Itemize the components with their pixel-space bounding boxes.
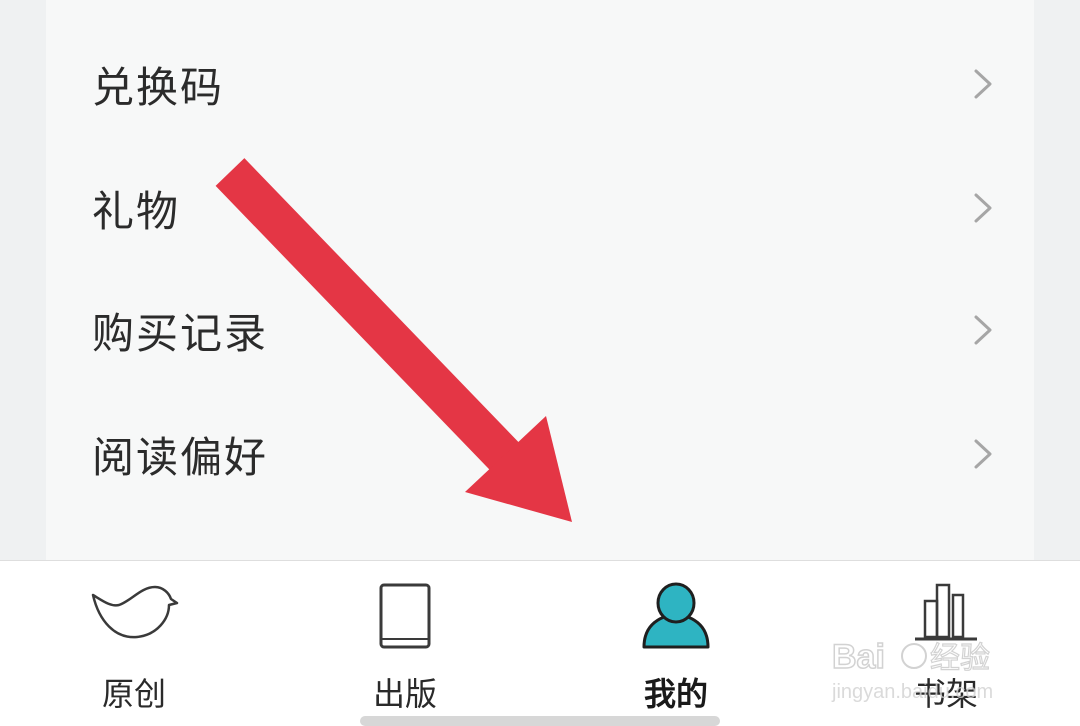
chevron-right-icon [974, 69, 992, 99]
menu-item-label: 礼物 [92, 186, 181, 236]
tab-label: 原创 [101, 675, 166, 713]
tab-mine[interactable]: 我的 [596, 561, 756, 726]
screen: 兑换码 礼物 购买记录 阅读偏好 原创 出版 我的 书架 Bai 经验 jing… [0, 0, 1080, 726]
tab-publishing[interactable]: 出版 [325, 561, 485, 726]
tab-label: 出版 [372, 675, 437, 713]
chevron-right-icon [974, 315, 992, 345]
tab-label: 我的 [643, 675, 708, 713]
menu-item-reading-preference[interactable]: 阅读偏好 [46, 392, 1034, 516]
home-indicator[interactable] [360, 716, 720, 726]
menu-card: 兑换码 礼物 购买记录 阅读偏好 [46, 0, 1034, 580]
bird-icon [91, 585, 179, 639]
menu-item-label: 阅读偏好 [92, 432, 269, 482]
menu-item-redeem-code[interactable]: 兑换码 [46, 22, 1034, 146]
menu-item-gifts[interactable]: 礼物 [46, 146, 1034, 270]
menu-item-label: 兑换码 [92, 62, 225, 112]
bookshelf-icon [915, 583, 977, 641]
tab-label: 书架 [913, 675, 978, 713]
tab-original[interactable]: 原创 [54, 561, 214, 726]
book-icon [379, 583, 431, 649]
chevron-right-icon [974, 439, 992, 469]
menu-item-label: 购买记录 [92, 308, 269, 358]
menu-item-purchase-history[interactable]: 购买记录 [46, 268, 1034, 392]
tab-bookshelf[interactable]: 书架 [866, 561, 1026, 726]
chevron-right-icon [974, 193, 992, 223]
bottom-tab-bar: 原创 出版 我的 书架 [0, 560, 1080, 726]
user-icon [642, 582, 710, 649]
